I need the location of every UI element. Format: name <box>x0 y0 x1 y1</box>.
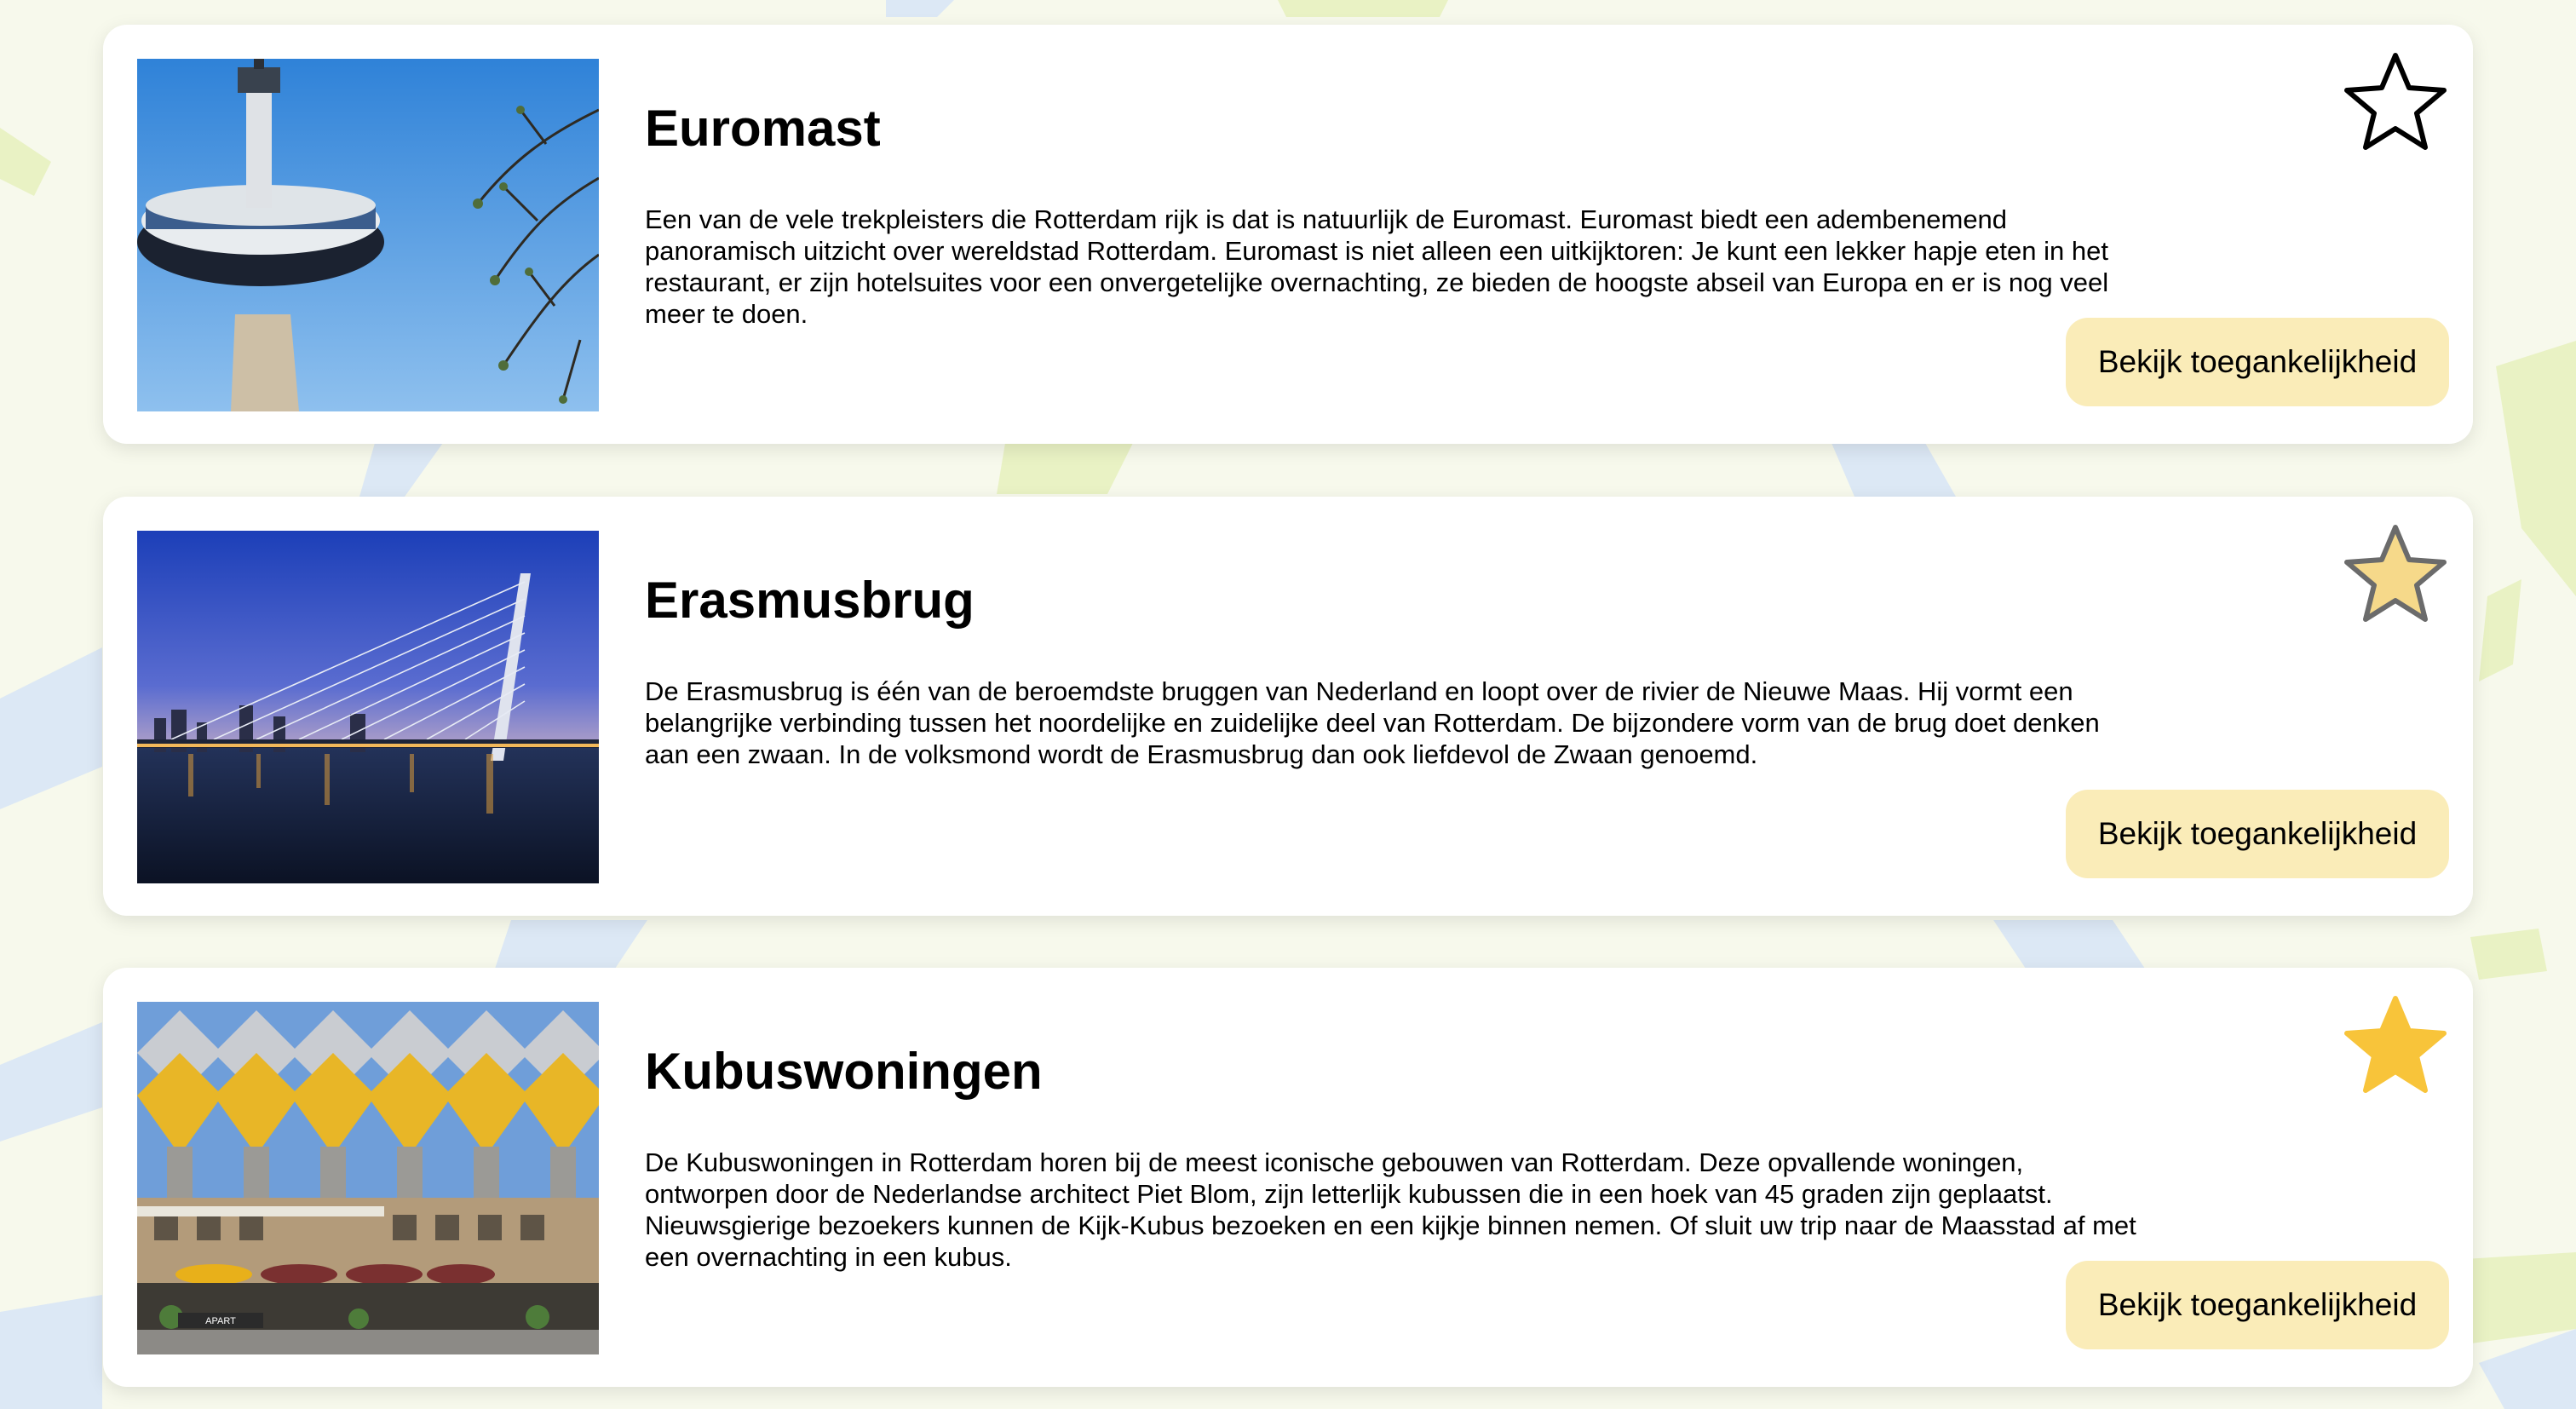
attraction-description: De Erasmusbrug is één van de beroemdste … <box>645 676 2100 769</box>
attraction-card-kubuswoningen: APART Kubuswoningen De Kubuswoningen in … <box>103 968 2473 1387</box>
attraction-image-euromast <box>137 59 599 411</box>
view-accessibility-button[interactable]: Bekijk toegankelijkheid <box>2066 318 2449 406</box>
favorite-star-icon[interactable] <box>2340 49 2451 154</box>
attraction-image-kubuswoningen: APART <box>137 1002 599 1354</box>
attraction-card-euromast: Euromast Een van de vele trekpleisters d… <box>103 25 2473 444</box>
favorite-star-icon[interactable] <box>2340 520 2451 626</box>
view-accessibility-button[interactable]: Bekijk toegankelijkheid <box>2066 790 2449 878</box>
attraction-title: Erasmusbrug <box>645 572 975 629</box>
apart-sign: APART <box>205 1316 236 1326</box>
view-accessibility-button[interactable]: Bekijk toegankelijkheid <box>2066 1261 2449 1349</box>
attraction-title: Kubuswoningen <box>645 1043 1043 1100</box>
attraction-card-erasmusbrug: Erasmusbrug De Erasmusbrug is één van de… <box>103 497 2473 916</box>
attraction-title: Euromast <box>645 100 881 157</box>
attraction-image-erasmusbrug <box>137 531 599 883</box>
attraction-description: De Kubuswoningen in Rotterdam horen bij … <box>645 1147 2136 1272</box>
attraction-description: Een van de vele trekpleisters die Rotter… <box>645 204 2109 329</box>
favorite-star-icon[interactable] <box>2340 992 2451 1097</box>
